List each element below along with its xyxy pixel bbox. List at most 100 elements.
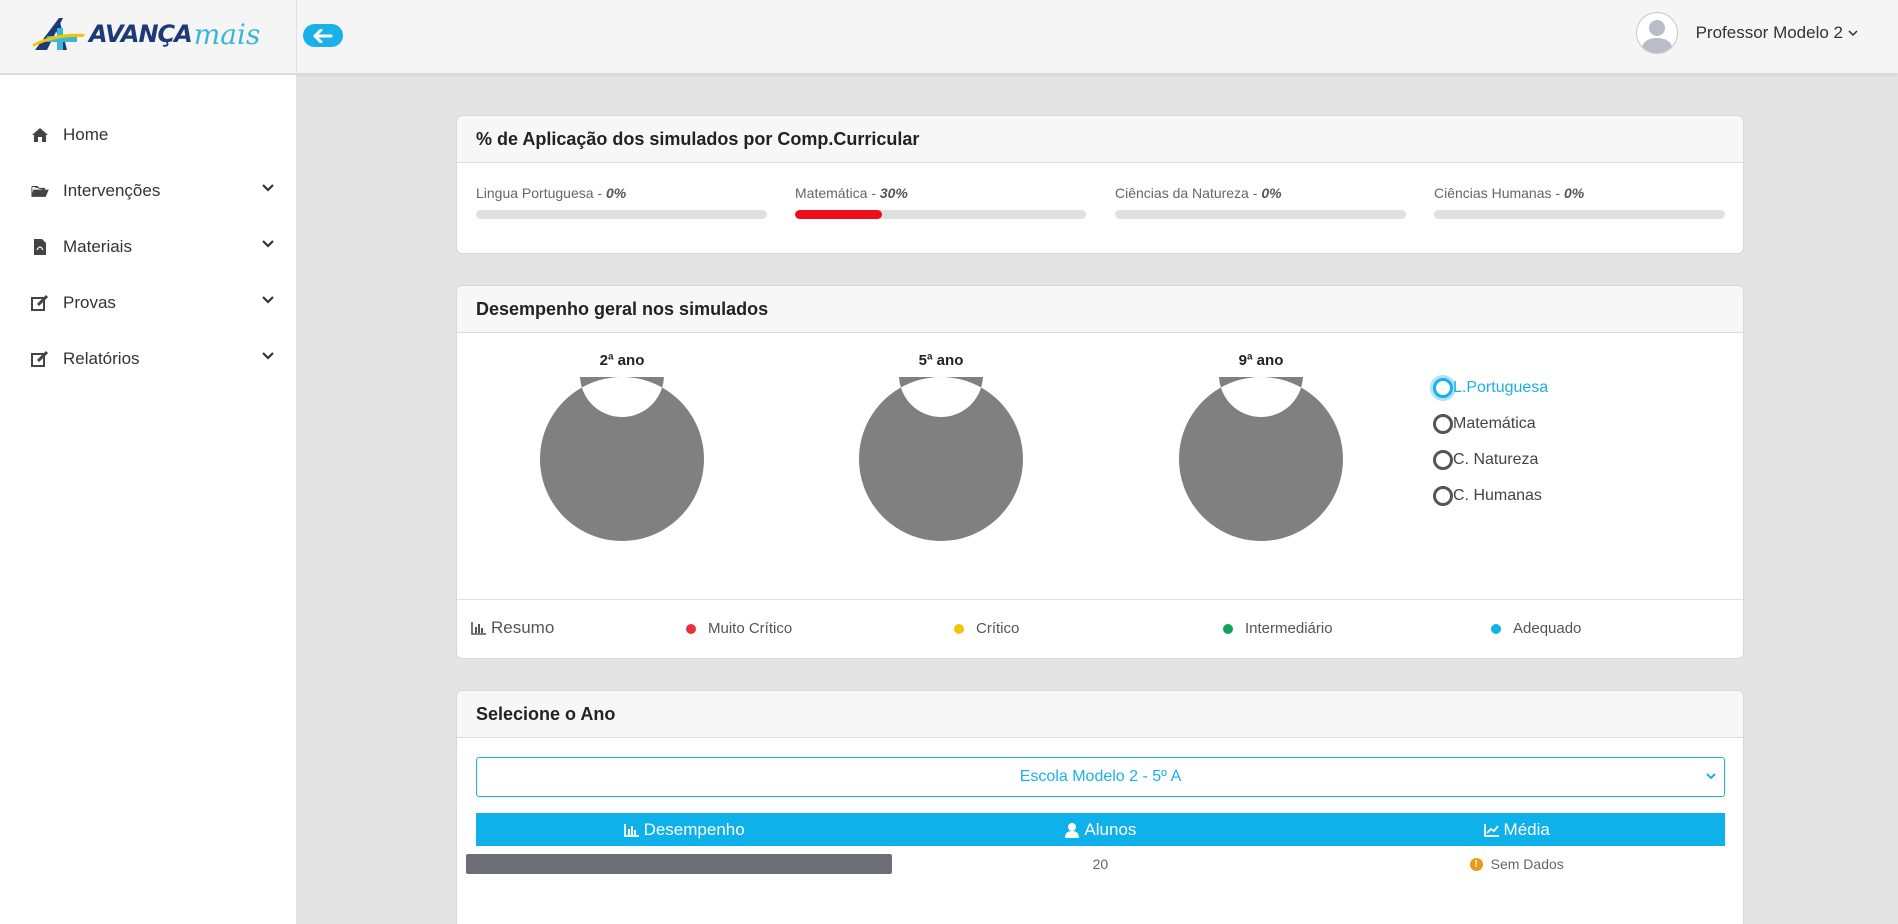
bar-chart-icon <box>471 622 486 635</box>
chart-title: 9ª ano <box>1238 352 1284 369</box>
card-header: Selecione o Ano <box>457 691 1743 738</box>
column-label: Desempenho <box>643 819 745 839</box>
donut-svg <box>539 333 704 541</box>
donut-svg <box>1178 333 1343 541</box>
progress-track <box>1434 210 1725 219</box>
radio-lportuguesa[interactable]: L.Portuguesa <box>1433 370 1548 406</box>
progress-track <box>476 210 767 219</box>
progress-item: Lingua Portuguesa - 0% <box>476 185 767 219</box>
progress-label: Ciências Humanas - 0% <box>1434 185 1585 201</box>
sidebar-item-label: Materiais <box>63 237 132 256</box>
radio-circle[interactable] <box>1433 378 1453 398</box>
progress-fill <box>795 210 883 219</box>
user-avatar-icon <box>1640 20 1673 53</box>
card-title: Selecione o Ano <box>476 703 616 724</box>
brand-word: AVANÇA <box>89 20 193 48</box>
sidebar-item-label: Provas <box>63 293 116 312</box>
cell-alunos: 20 <box>1092 856 1109 872</box>
edit-icon <box>31 350 49 368</box>
chart-title: 5ª ano <box>918 352 964 369</box>
donut-svg <box>858 333 1023 541</box>
column-header-media[interactable]: Média <box>1309 813 1725 846</box>
brand-suffix: mais <box>193 17 261 51</box>
radio-label: Matemática <box>1453 415 1536 432</box>
legend-label: Adequado <box>1513 620 1582 637</box>
logo-area: AVANÇA mais <box>0 0 297 74</box>
turma-select[interactable]: Escola Modelo 2 - 5º A <box>476 757 1725 797</box>
sidebar-nav: Home Intervenções Materiais Provas Relat… <box>0 75 296 387</box>
progress-track <box>1115 210 1406 219</box>
card-title: Desempenho geral nos simulados <box>476 298 769 319</box>
table-row: 20 ! Sem Dados <box>466 851 1725 877</box>
chevron-down-icon <box>1706 773 1716 780</box>
progress-label: Ciências da Natureza - 0% <box>1115 185 1282 201</box>
legend-item: Muito Crítico <box>686 620 792 637</box>
radio-label: C. Humanas <box>1453 487 1542 504</box>
legend-item: Crítico <box>954 620 1019 637</box>
logo-mark-icon <box>33 18 85 50</box>
edit-icon <box>31 294 49 312</box>
subject-radio-group: L.Portuguesa Matemática C. Natureza C. H… <box>1433 370 1548 514</box>
legend-bar: Resumo Muito Crítico Crítico Intermediár… <box>457 599 1743 658</box>
sidebar-toggle-button[interactable] <box>303 24 343 47</box>
cell-desempenho <box>466 854 893 874</box>
donut-chart: 2ª ano <box>539 333 704 545</box>
sidebar-item-label: Relatórios <box>63 349 140 368</box>
sidebar-item-provas[interactable]: Provas <box>0 275 296 331</box>
user-name: Professor Modelo 2 <box>1695 23 1843 42</box>
progress-item: Ciências Humanas - 0% <box>1434 185 1725 219</box>
sidebar-item-relatorios[interactable]: Relatórios <box>0 331 296 387</box>
bar-chart-icon <box>623 823 639 837</box>
table-header: Desempenho Alunos Média <box>476 813 1725 846</box>
user-menu[interactable]: Professor Modelo 2 <box>1635 12 1858 54</box>
legend-dot <box>1223 623 1233 634</box>
sidebar-item-materiais[interactable]: Materiais <box>0 219 296 275</box>
radio-matematica[interactable]: Matemática <box>1433 406 1548 442</box>
column-label: Alunos <box>1084 819 1137 839</box>
sidebar-item-label: Home <box>63 125 109 144</box>
progress-item: Matemática - 30% <box>795 185 1086 219</box>
top-bar: AVANÇA mais Professor Modelo 2 <box>0 0 1898 74</box>
chart-title: 2ª ano <box>599 352 645 369</box>
legend-dot <box>1491 623 1501 634</box>
radio-cnatureza[interactable]: C. Natureza <box>1433 442 1548 478</box>
progress-label: Lingua Portuguesa - 0% <box>476 185 627 201</box>
column-header-desempenho[interactable]: Desempenho <box>476 813 892 846</box>
resumo-link[interactable]: Resumo <box>471 618 554 638</box>
card-header: Desempenho geral nos simulados <box>457 286 1743 333</box>
chevron-down-icon <box>262 240 274 248</box>
donut-chart: 5ª ano <box>858 333 1023 545</box>
legend-label: Muito Crítico <box>708 620 793 637</box>
folder-open-icon <box>31 182 49 200</box>
sidebar-item-label: Intervenções <box>63 181 161 200</box>
radio-circle[interactable] <box>1433 450 1453 470</box>
user-icon <box>1065 822 1080 838</box>
home-icon <box>31 126 49 144</box>
select-value: Escola Modelo 2 - 5º A <box>1019 768 1182 785</box>
sidebar-item-home[interactable]: Home <box>0 107 296 163</box>
radio-chumanas[interactable]: C. Humanas <box>1433 478 1548 514</box>
sidebar-item-intervencoes[interactable]: Intervenções <box>0 163 296 219</box>
chevron-down-icon <box>262 184 274 192</box>
chevron-down-icon <box>262 352 274 360</box>
arrow-left-icon <box>313 28 333 43</box>
brand-logo[interactable]: AVANÇA mais <box>33 14 260 54</box>
card-header: % de Aplicação dos simulados por Comp.Cu… <box>457 116 1743 163</box>
radio-circle[interactable] <box>1433 414 1453 434</box>
legend-label: Intermediário <box>1245 620 1333 637</box>
radio-circle[interactable] <box>1433 486 1453 506</box>
donut-chart: 9ª ano <box>1178 333 1343 545</box>
radio-label: C. Natureza <box>1453 451 1539 468</box>
media-value: Sem Dados <box>1490 856 1564 872</box>
chevron-down-icon <box>1848 30 1858 37</box>
pdf-file-icon <box>31 238 49 256</box>
resumo-label: Resumo <box>491 618 555 637</box>
warning-icon: ! <box>1469 857 1483 871</box>
column-header-alunos[interactable]: Alunos <box>892 813 1308 846</box>
column-label: Média <box>1503 819 1550 839</box>
chevron-down-icon <box>262 296 274 304</box>
aplicacao-card: % de Aplicação dos simulados por Comp.Cu… <box>456 115 1744 254</box>
sidebar: Home Intervenções Materiais Provas Relat… <box>0 75 297 924</box>
legend-label: Crítico <box>976 620 1020 637</box>
line-chart-icon <box>1483 823 1499 837</box>
